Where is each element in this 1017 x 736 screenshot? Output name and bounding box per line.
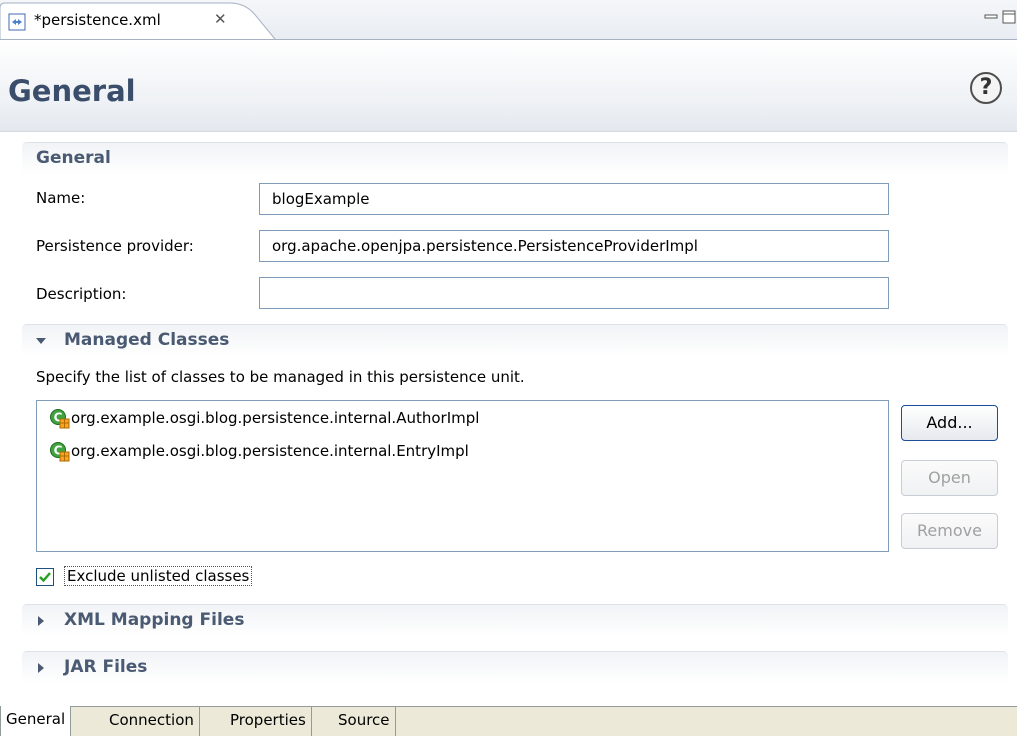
chevron-right-icon[interactable] (36, 663, 46, 673)
section-xml-mapping-header[interactable]: XML Mapping Files (22, 604, 1008, 636)
help-icon[interactable]: ? (970, 72, 1002, 104)
minimize-icon[interactable] (984, 10, 998, 24)
tab-properties[interactable]: Properties (225, 707, 312, 736)
chevron-down-icon[interactable] (36, 336, 46, 346)
description-label: Description: (36, 285, 127, 303)
chevron-right-icon[interactable] (36, 616, 46, 626)
maximize-icon[interactable] (1002, 10, 1016, 24)
description-field[interactable] (259, 277, 889, 309)
persistence-provider-label: Persistence provider: (36, 237, 194, 255)
add-button[interactable]: Add... (901, 405, 998, 441)
section-managed-classes-header[interactable]: Managed Classes (22, 324, 1008, 356)
section-general-header: General (22, 142, 1008, 174)
page-tab-bar: General Connection Properties Source (0, 706, 1017, 736)
close-icon[interactable]: ✕ (214, 10, 227, 28)
list-item-label: org.example.osgi.blog.persistence.intern… (71, 442, 469, 460)
list-item-label: org.example.osgi.blog.persistence.intern… (71, 409, 480, 427)
section-jar-files-header[interactable]: JAR Files (22, 651, 1008, 683)
checkmark-icon (39, 572, 51, 583)
page-title: General (8, 74, 136, 108)
class-icon: C (50, 442, 70, 462)
section-xml-mapping-title: XML Mapping Files (64, 610, 245, 630)
section-managed-classes-title: Managed Classes (64, 330, 230, 350)
remove-button[interactable]: Remove (901, 513, 998, 549)
section-jar-files-title: JAR Files (64, 657, 148, 677)
persistence-provider-field[interactable] (259, 230, 889, 262)
class-icon: C (50, 409, 70, 429)
name-field[interactable] (259, 183, 889, 215)
editor-tab-persistence-xml[interactable]: *persistence.xml ✕ (0, 2, 285, 40)
managed-classes-list[interactable]: C org.example.osgi.blog.persistence.inte… (36, 400, 889, 552)
xml-file-icon (8, 13, 26, 31)
open-button[interactable]: Open (901, 460, 998, 496)
exclude-unlisted-checkbox[interactable] (36, 568, 54, 586)
form-header: General ? (0, 40, 1017, 132)
name-label: Name: (36, 189, 86, 207)
tab-general[interactable]: General (0, 706, 72, 736)
tab-source[interactable]: Source (333, 707, 396, 736)
exclude-unlisted-label[interactable]: Exclude unlisted classes (64, 566, 253, 586)
managed-classes-description: Specify the list of classes to be manage… (36, 368, 525, 386)
section-general-title: General (36, 148, 111, 168)
tab-connection[interactable]: Connection (104, 707, 200, 736)
editor-tab-title: *persistence.xml (34, 11, 161, 29)
editor-tab-bar: *persistence.xml ✕ (0, 0, 1017, 40)
